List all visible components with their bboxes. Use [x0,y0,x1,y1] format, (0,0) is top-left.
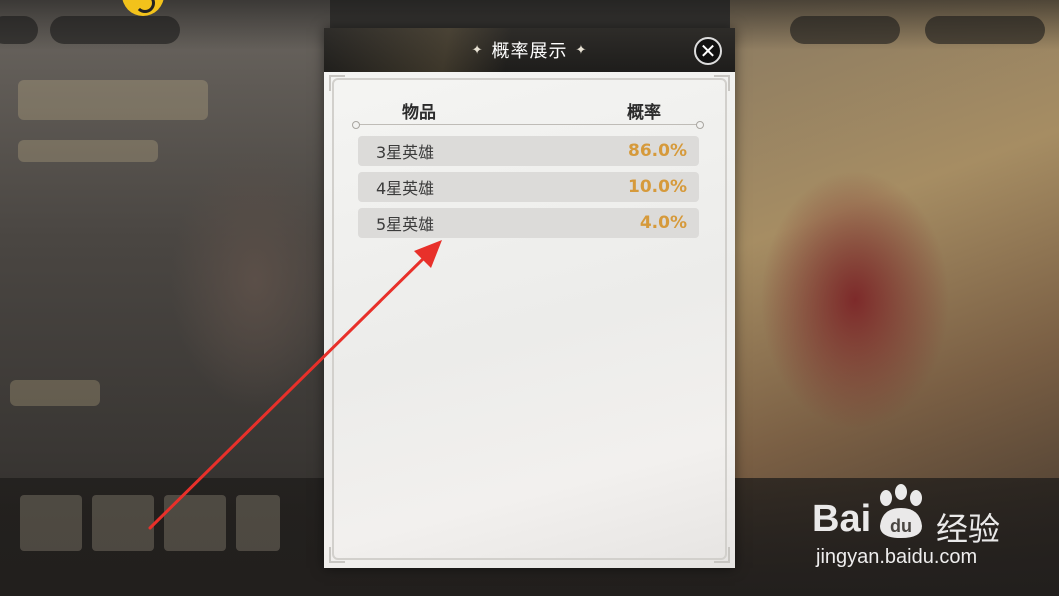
dialog-header: ✦ 概率展示 ✦ ✕ [324,28,735,72]
frame-corner-ornament [329,75,345,91]
background-thumb-2 [92,495,154,551]
watermark-jingyan-text: 经验 [936,510,1001,548]
row-rate-value: 86.0% [628,141,687,161]
background-pill-2 [50,16,180,44]
background-pill-1 [0,16,38,44]
dialog-title: 概率展示 [491,41,568,62]
frame-corner-ornament [714,547,730,563]
watermark-bai-text: Bai [812,498,872,540]
column-header-item: 物品 [402,103,436,123]
background-blurred-title [18,80,208,120]
background-character-left [170,150,340,410]
probability-dialog: ✦ 概率展示 ✦ ✕ 物品 概率 3星英雄 86.0% 4星英雄 10.0% 5… [324,28,735,568]
close-icon: ✕ [699,39,717,63]
frame-corner-ornament [714,75,730,91]
sparkle-star-icon: ✦ [575,42,588,58]
row-item-name: 3星英雄 [376,143,435,162]
watermark: Bai du 经验 jingyan.baidu.com [812,484,1044,574]
sparkle-star-icon: ✦ [471,42,484,58]
watermark-url: jingyan.baidu.com [816,546,978,568]
table-row: 4星英雄 10.0% [358,172,699,202]
row-item-name: 5星英雄 [376,215,435,234]
table-row: 3星英雄 86.0% [358,136,699,166]
row-item-name: 4星英雄 [376,179,435,198]
background-pill-3 [790,16,900,44]
paw-logo-icon: du [880,484,922,538]
header-divider [352,121,704,129]
background-thumb-4 [236,495,280,551]
background-character-right [760,170,950,430]
background-pill-4 [925,16,1045,44]
table-row: 5星英雄 4.0% [358,208,699,238]
column-header-rate: 概率 [627,103,661,123]
background-thumb-3 [164,495,226,551]
background-blurred-label [10,380,100,406]
background-blurred-subtitle [18,140,158,162]
dialog-title-group: ✦ 概率展示 ✦ [472,37,588,63]
watermark-du-text: du [890,516,912,536]
frame-corner-ornament [329,547,345,563]
row-rate-value: 10.0% [628,177,687,197]
background-thumb-1 [20,495,82,551]
close-button[interactable]: ✕ [694,37,722,65]
row-rate-value: 4.0% [639,213,687,233]
